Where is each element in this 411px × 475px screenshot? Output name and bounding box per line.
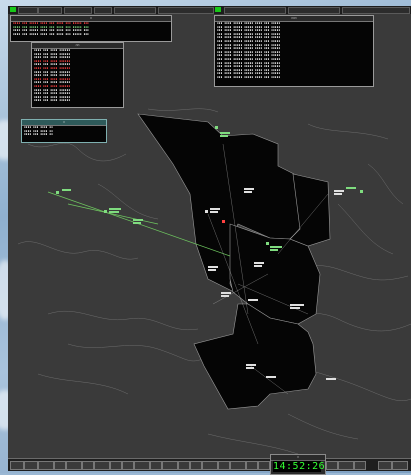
toolbar-segment[interactable] xyxy=(288,7,340,14)
toolbar-segment[interactable] xyxy=(38,7,62,14)
toolbar-segment[interactable] xyxy=(94,7,112,14)
toolbar-button[interactable] xyxy=(24,461,38,470)
bottom-toolbar xyxy=(8,458,411,471)
clock-display: 14:52:26 xyxy=(273,461,326,472)
arrival-list-window[interactable]: ▭▭ ▮▮▮▮ ▮▮▮ ▮▮▮▮ ▮▮▮▮▮▮ ▮▮▮▮ ▮▮▮ ▮▮▮▮ ▮▮… xyxy=(31,42,124,108)
toolbar-button[interactable] xyxy=(230,461,246,470)
toolbar-button[interactable] xyxy=(258,461,270,470)
toolbar-button[interactable] xyxy=(190,461,202,470)
toolbar-button[interactable] xyxy=(178,461,190,470)
list-item[interactable]: ▮▮▮▮ ▮▮▮ ▮▮▮▮ ▮▮ xyxy=(22,133,106,137)
aircraft-target xyxy=(248,299,258,301)
toolbar-button[interactable] xyxy=(122,461,134,470)
toolbar-segment[interactable] xyxy=(64,7,92,14)
toolbar-segment[interactable] xyxy=(224,7,286,14)
toolbar-button[interactable] xyxy=(392,461,408,470)
toolbar-segment[interactable] xyxy=(342,7,410,14)
status-indicator-green xyxy=(215,7,221,12)
toolbar-button[interactable] xyxy=(134,461,150,470)
toolbar-button[interactable] xyxy=(10,461,24,470)
toolbar-button[interactable] xyxy=(338,461,354,470)
toolbar-button[interactable] xyxy=(326,461,338,470)
toolbar-button[interactable] xyxy=(66,461,82,470)
aircraft-target xyxy=(266,376,276,378)
status-indicator-green xyxy=(10,7,16,12)
toolbar-button[interactable] xyxy=(54,461,66,470)
aircraft-target xyxy=(326,378,336,380)
flight-list-window[interactable]: ▭ ▮▮▮▮ ▮▮▮ ▮▮▮▮▮ ▮▮▮▮ ▮▮▮ ▮▮▮▮ ▮▮▮ ▮▮▮▮▮… xyxy=(10,15,172,42)
toolbar-segment[interactable] xyxy=(114,7,156,14)
radar-scope-window[interactable]: ▭ ▮▮▮▮ ▮▮▮ ▮▮▮▮▮ ▮▮▮▮ ▮▮▮ ▮▮▮▮ ▮▮▮ ▮▮▮▮▮… xyxy=(8,6,411,471)
list-item[interactable]: ▮▮▮ ▮▮▮▮ ▮▮▮▮▮ ▮▮▮▮▮ ▮▮▮▮ ▮▮▮ ▮▮▮▮▮ xyxy=(215,76,373,80)
toolbar-button[interactable] xyxy=(162,461,178,470)
toolbar-segment[interactable] xyxy=(158,7,214,14)
toolbar-segment[interactable] xyxy=(18,7,38,14)
info-window[interactable]: ▭ ▮▮▮▮ ▮▮▮ ▮▮▮▮ ▮▮ ▮▮▮▮ ▮▮▮ ▮▮▮▮ ▮▮ ▮▮▮▮… xyxy=(21,119,107,143)
toolbar-button[interactable] xyxy=(246,461,258,470)
toolbar-button[interactable] xyxy=(354,461,366,470)
toolbar-button[interactable] xyxy=(94,461,110,470)
clock-window[interactable]: ▭ 14:52:26 xyxy=(270,454,326,475)
departure-list-window[interactable]: ▭▭▭ ▮▮▮ ▮▮▮▮ ▮▮▮▮▮ ▮▮▮▮▮ ▮▮▮▮ ▮▮▮ ▮▮▮▮▮ … xyxy=(214,15,374,87)
list-item[interactable]: ▮▮▮▮ ▮▮▮ ▮▮▮▮▮ ▮▮▮▮ ▮▮▮ ▮▮▮▮ ▮▮▮ ▮▮▮▮▮ ▮… xyxy=(11,33,171,37)
toolbar-button[interactable] xyxy=(202,461,218,470)
toolbar-button[interactable] xyxy=(150,461,162,470)
aircraft-target xyxy=(222,220,225,223)
list-item[interactable]: ▮▮▮▮ ▮▮▮ ▮▮▮▮ ▮▮▮▮▮▮ xyxy=(32,99,123,103)
toolbar-button[interactable] xyxy=(82,461,94,470)
toolbar-button[interactable] xyxy=(110,461,122,470)
toolbar-button[interactable] xyxy=(38,461,54,470)
toolbar-button[interactable] xyxy=(218,461,230,470)
toolbar-button[interactable] xyxy=(378,461,392,470)
